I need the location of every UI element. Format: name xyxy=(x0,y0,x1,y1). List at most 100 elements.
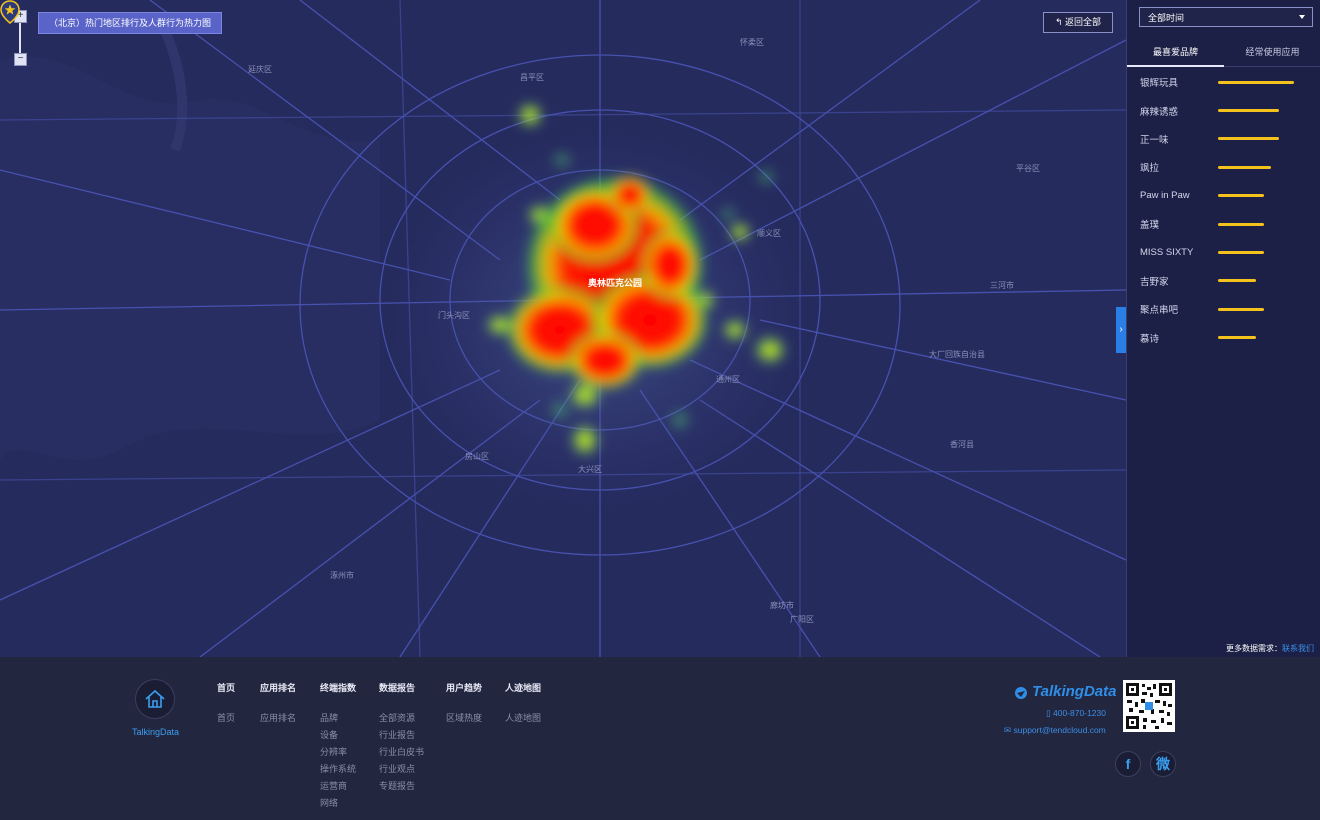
footer-link[interactable]: 人迹地图 xyxy=(505,710,541,727)
brand-name: 盖璞 xyxy=(1140,220,1160,232)
brand-name: 吉野家 xyxy=(1140,276,1169,288)
list-item[interactable]: 慕诗 xyxy=(1140,324,1315,352)
map-canvas[interactable] xyxy=(0,0,1126,657)
list-item[interactable]: 吉野家 xyxy=(1140,267,1315,295)
place-label: 大兴区 xyxy=(578,465,602,474)
home-icon xyxy=(145,689,165,708)
time-select[interactable]: 全部时间 xyxy=(1139,7,1313,27)
place-label: 通州区 xyxy=(716,375,740,384)
panel-tabs: 最喜爱品牌 经常使用应用 xyxy=(1127,37,1320,67)
more-data-text: 更多数据需求： xyxy=(1226,644,1282,653)
brand-bar xyxy=(1218,251,1264,255)
footer-col-heading[interactable]: 首页 xyxy=(217,681,235,694)
panel-collapse-button[interactable]: › xyxy=(1116,307,1126,353)
place-label: 房山区 xyxy=(465,452,489,461)
list-item[interactable]: MISS SIXTY xyxy=(1140,238,1315,266)
footer-link[interactable]: 应用排名 xyxy=(260,710,296,727)
place-label: 昌平区 xyxy=(520,73,544,82)
footer-col-heading[interactable]: 应用排名 xyxy=(260,681,296,694)
footer-col-reports: 数据报告 全部资源 行业报告 行业白皮书 行业观点 专题报告 xyxy=(379,681,424,795)
back-arrow-icon: ↰ xyxy=(1054,17,1066,27)
brand-name: 银辉玩具 xyxy=(1140,78,1179,90)
phone-number: 400-870-1230 xyxy=(1053,708,1106,718)
brand-name: 麻辣诱惑 xyxy=(1140,106,1179,118)
list-item[interactable]: 麻辣诱惑 xyxy=(1140,96,1315,124)
place-label: 延庆区 xyxy=(248,65,272,74)
location-pin-icon[interactable] xyxy=(0,0,20,24)
talkingdata-icon xyxy=(1015,687,1027,699)
time-select-value: 全部时间 xyxy=(1148,13,1185,23)
talkingdata-brand: TalkingData xyxy=(1032,683,1117,700)
footer-link[interactable]: 行业白皮书 xyxy=(379,744,424,761)
place-label: 大厂回族自治县 xyxy=(929,350,985,359)
back-all-button[interactable]: ↰ 返回全部 xyxy=(1043,12,1113,33)
chevron-down-icon xyxy=(1299,15,1305,19)
footer-col-user-trend: 用户趋势 区域热度 xyxy=(446,681,482,727)
footer-col-heading[interactable]: 终端指数 xyxy=(320,681,356,694)
brand-bar xyxy=(1218,109,1279,113)
brand-list: 银辉玩具 麻辣诱惑 正一味 飒拉 Paw in Paw 盖璞 MISS SIXT… xyxy=(1140,68,1315,352)
brand-name: 正一味 xyxy=(1140,134,1169,146)
footer-col-home: 首页 首页 xyxy=(217,681,235,727)
place-label: 怀柔区 xyxy=(740,38,764,47)
brand-bar xyxy=(1218,222,1264,226)
footer-logo-text: TalkingData xyxy=(132,727,180,737)
footer-link[interactable]: 网络 xyxy=(320,795,356,812)
contact-us-link[interactable]: 联系我们 xyxy=(1282,644,1314,653)
brand-bar xyxy=(1218,165,1271,169)
footer-link[interactable]: 品牌 xyxy=(320,710,356,727)
brand-bar xyxy=(1218,194,1264,198)
map-title: （北京）热门地区排行及人群行为热力图 xyxy=(38,12,223,34)
footer-col-heading[interactable]: 用户趋势 xyxy=(446,681,482,694)
footer-link[interactable]: 行业报告 xyxy=(379,727,424,744)
zoom-slider[interactable] xyxy=(19,23,21,53)
footer-col-ranking: 应用排名 应用排名 xyxy=(260,681,296,727)
footer-col-footprint-map: 人迹地图 人迹地图 xyxy=(505,681,541,727)
footer-link[interactable]: 专题报告 xyxy=(379,778,424,795)
footer-link[interactable]: 行业观点 xyxy=(379,761,424,778)
list-item[interactable]: 银辉玩具 xyxy=(1140,68,1315,96)
tab-favorite-brands[interactable]: 最喜爱品牌 xyxy=(1127,37,1224,67)
footer-link[interactable]: 分辨率 xyxy=(320,744,356,761)
zoom-out-button[interactable]: − xyxy=(14,53,27,66)
brand-bar xyxy=(1218,336,1256,340)
list-item[interactable]: 盖璞 xyxy=(1140,210,1315,238)
footer-col-heading[interactable]: 人迹地图 xyxy=(505,681,541,694)
footer-link[interactable]: 首页 xyxy=(217,710,235,727)
back-all-label: 返回全部 xyxy=(1065,17,1102,27)
footer-link[interactable]: 运营商 xyxy=(320,778,356,795)
tab-frequent-apps[interactable]: 经常使用应用 xyxy=(1224,37,1320,67)
list-item[interactable]: 聚点串吧 xyxy=(1140,295,1315,323)
qr-code xyxy=(1123,680,1175,732)
phone-icon: ▯ xyxy=(1046,708,1054,718)
side-panel: 全部时间 最喜爱品牌 经常使用应用 银辉玩具 麻辣诱惑 正一味 飒拉 Paw i… xyxy=(1126,0,1320,657)
brand-name: 聚点串吧 xyxy=(1140,305,1179,317)
list-item[interactable]: 正一味 xyxy=(1140,125,1315,153)
brand-name: Paw in Paw xyxy=(1140,190,1190,202)
home-logo[interactable] xyxy=(135,679,175,719)
poi-label: 奥林匹克公园 xyxy=(588,278,643,288)
footer-col-heading[interactable]: 数据报告 xyxy=(379,681,424,694)
footer-link[interactable]: 区域热度 xyxy=(446,710,482,727)
place-label: 涿州市 xyxy=(330,571,354,580)
email-contact: ✉ support@tendcloud.com xyxy=(1004,725,1106,736)
place-label: 平谷区 xyxy=(1016,164,1040,173)
place-label: 广阳区 xyxy=(790,615,814,624)
footer: TalkingData 首页 首页 应用排名 应用排名 终端指数 品牌 设备 分… xyxy=(0,657,1320,820)
list-item[interactable]: 飒拉 xyxy=(1140,153,1315,181)
footer-link[interactable]: 操作系统 xyxy=(320,761,356,778)
brand-name: 慕诗 xyxy=(1140,333,1160,345)
brand-name: MISS SIXTY xyxy=(1140,247,1194,259)
heatmap-map[interactable]: 怀柔区 昌平区 顺义区 平谷区 门头沟区 三河市 大厂回族自治县 房山区 大兴区… xyxy=(0,0,1126,657)
phone-contact: ▯ 400-870-1230 xyxy=(1046,708,1106,719)
facebook-icon[interactable]: f xyxy=(1115,751,1141,777)
place-label: 廊坊市 xyxy=(770,601,794,610)
place-label: 门头沟区 xyxy=(438,311,470,320)
footer-link[interactable]: 全部资源 xyxy=(379,710,424,727)
brand-bar xyxy=(1218,137,1279,141)
footer-link[interactable]: 设备 xyxy=(320,727,356,744)
list-item[interactable]: Paw in Paw xyxy=(1140,182,1315,210)
brand-bar xyxy=(1218,307,1264,311)
weibo-icon[interactable]: 微 xyxy=(1150,751,1176,777)
email-address[interactable]: support@tendcloud.com xyxy=(1013,725,1105,735)
